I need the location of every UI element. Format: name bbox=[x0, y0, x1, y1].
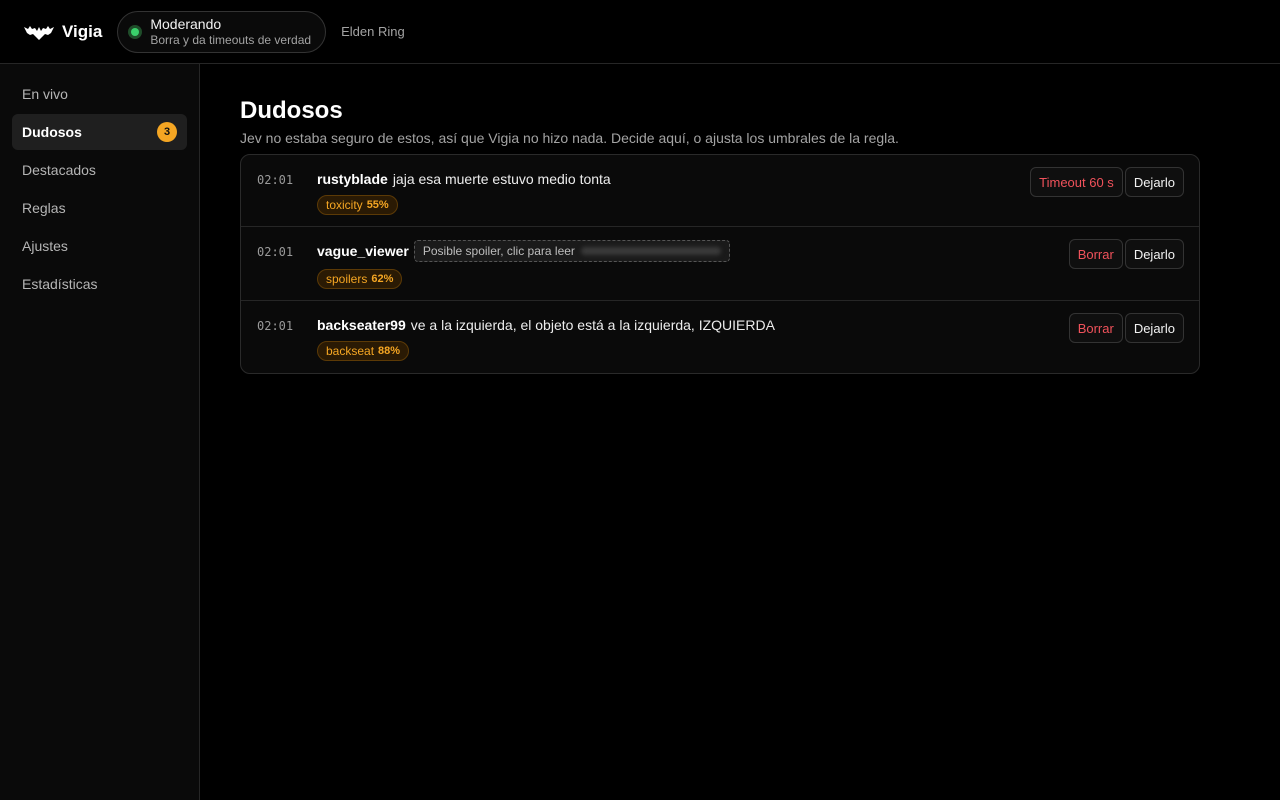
rule-tag: backseat 88% bbox=[317, 341, 410, 361]
delete-button[interactable]: Borrar bbox=[1068, 313, 1123, 343]
sidebar-item-en-vivo[interactable]: En vivo bbox=[12, 76, 187, 112]
bat-icon bbox=[24, 24, 54, 40]
status-title: Moderando bbox=[150, 15, 222, 32]
message-text: ve a la izquierda, el objeto está a la i… bbox=[410, 317, 775, 333]
page-description: Jev no estaba seguro de estos, así que V… bbox=[240, 130, 899, 146]
sidebar: En vivo Dudosos 3 Destacados Reglas Ajus… bbox=[0, 64, 200, 800]
dismiss-button[interactable]: Dejarlo bbox=[1124, 239, 1184, 269]
sidebar-item-dudosos[interactable]: Dudosos 3 bbox=[12, 114, 187, 150]
sidebar-item-label: Destacados bbox=[22, 162, 96, 178]
rule-tag-score: 62% bbox=[371, 273, 394, 285]
spoiler-label: Posible spoiler, clic para leer bbox=[422, 244, 575, 258]
status-subtitle: Borra y da timeouts de verdad bbox=[150, 32, 312, 47]
dismiss-button[interactable]: Dejarlo bbox=[1124, 313, 1184, 343]
rule-tag-label: backseat bbox=[326, 344, 375, 358]
logo[interactable]: Vigia bbox=[24, 22, 102, 42]
sidebar-item-reglas[interactable]: Reglas bbox=[12, 190, 187, 226]
rule-tag-score: 55% bbox=[366, 199, 389, 211]
message-time: 02:01 bbox=[257, 173, 294, 187]
timeout-button[interactable]: Timeout 60 s bbox=[1030, 167, 1123, 197]
message-text: jaja esa muerte estuvo medio tonta bbox=[392, 171, 611, 187]
sidebar-item-label: Estadísticas bbox=[22, 276, 98, 292]
spoiler-reveal[interactable]: Posible spoiler, clic para leer bbox=[413, 240, 730, 262]
rule-tag-label: spoilers bbox=[326, 272, 368, 286]
message-username[interactable]: rustyblade bbox=[317, 171, 388, 187]
sidebar-item-label: Dudosos bbox=[22, 124, 82, 140]
top-bar: Vigia Moderando Borra y da timeouts de v… bbox=[0, 0, 1280, 64]
status-dot-icon bbox=[128, 24, 143, 39]
flagged-message-list: 02:01 rustyblade jaja esa muerte estuvo … bbox=[240, 154, 1200, 374]
list-item: 02:01 vague_viewer Posible spoiler, clic… bbox=[241, 227, 1199, 301]
rule-tag: toxicity 55% bbox=[317, 195, 398, 215]
list-item: 02:01 rustyblade jaja esa muerte estuvo … bbox=[241, 155, 1199, 227]
message-time: 02:01 bbox=[257, 319, 294, 333]
dismiss-button[interactable]: Dejarlo bbox=[1124, 167, 1184, 197]
count-badge: 3 bbox=[157, 122, 177, 142]
rule-tag: spoilers 62% bbox=[317, 269, 403, 289]
message-username[interactable]: vague_viewer bbox=[317, 243, 409, 259]
moderation-status-pill[interactable]: Moderando Borra y da timeouts de verdad bbox=[117, 10, 327, 53]
rule-tag-label: toxicity bbox=[326, 198, 363, 212]
delete-button[interactable]: Borrar bbox=[1068, 239, 1123, 269]
app-name: Vigia bbox=[62, 21, 103, 41]
message-username[interactable]: backseater99 bbox=[317, 317, 406, 333]
page-title: Dudosos bbox=[240, 97, 343, 124]
sidebar-item-estadisticas[interactable]: Estadísticas bbox=[12, 266, 187, 302]
message-time: 02:01 bbox=[257, 245, 294, 259]
sidebar-item-label: En vivo bbox=[22, 86, 68, 102]
list-item: 02:01 backseater99 ve a la izquierda, el… bbox=[241, 301, 1199, 373]
sidebar-item-label: Ajustes bbox=[22, 238, 68, 254]
sidebar-item-destacados[interactable]: Destacados bbox=[12, 152, 187, 188]
main-content: Dudosos Jev no estaba seguro de estos, a… bbox=[240, 96, 1200, 374]
game-label: Elden Ring bbox=[341, 24, 405, 39]
blurred-text bbox=[580, 247, 721, 255]
rule-tag-score: 88% bbox=[378, 345, 401, 357]
sidebar-item-ajustes[interactable]: Ajustes bbox=[12, 228, 187, 264]
sidebar-item-label: Reglas bbox=[22, 200, 66, 216]
